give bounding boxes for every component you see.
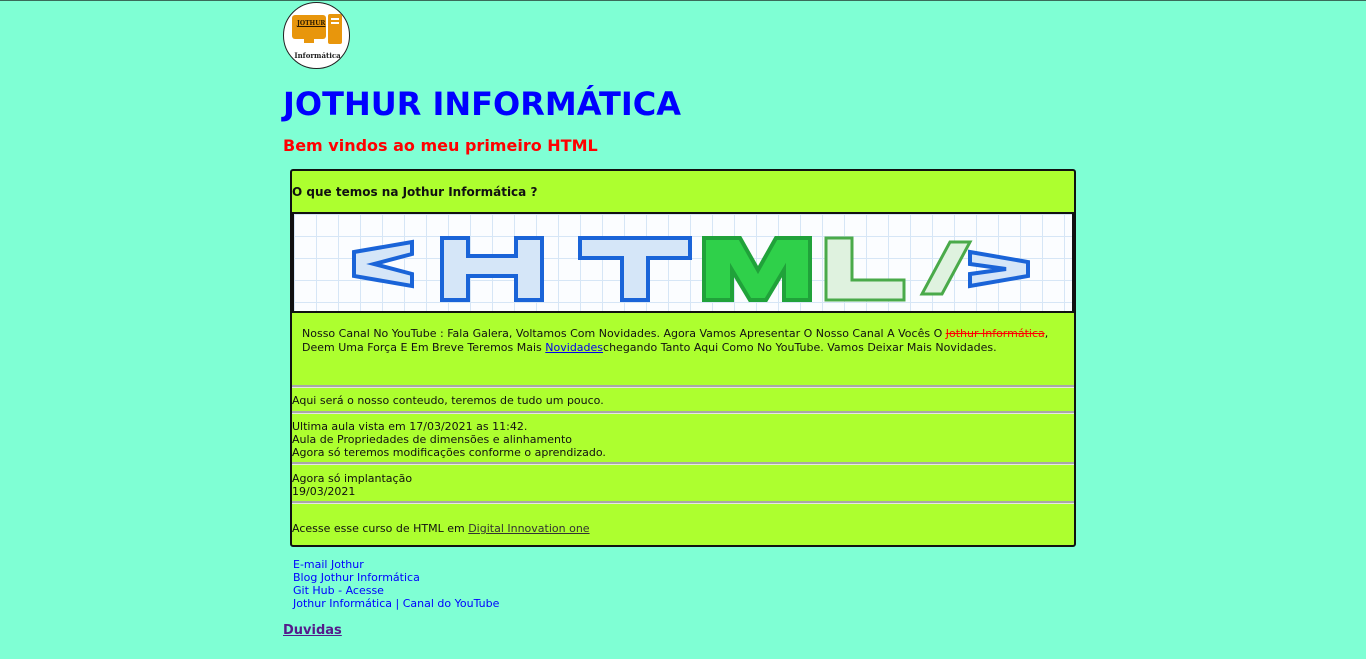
struck-channel-name: Jothur Informática (945, 327, 1045, 340)
youtube-paragraph: Nosso Canal No YouTube : Fala Galera, Vo… (302, 327, 1049, 354)
page-subtitle: Bem vindos ao meu primeiro HTML (283, 136, 598, 155)
row-divider (292, 385, 1074, 388)
implant-info: Agora só implantação 19/03/2021 (292, 472, 413, 498)
youtube-channel-link[interactable]: Jothur Informática | Canal do YouTube (293, 597, 499, 610)
logo-caption: Informática (294, 51, 341, 60)
digital-innovation-link[interactable]: Digital Innovation one (468, 522, 589, 535)
email-link[interactable]: E-mail Jothur (293, 558, 499, 571)
computer-tower-icon (328, 14, 342, 44)
course-info: Acesse esse curso de HTML em Digital Inn… (292, 522, 590, 535)
content-table: O que temos na Jothur Informática ? Noss… (290, 169, 1076, 547)
page-title: JOTHUR INFORMÁTICA (283, 85, 681, 123)
computer-monitor-icon: JOTHUR (292, 15, 326, 39)
github-link[interactable]: Git Hub - Acesse (293, 584, 499, 597)
logo: JOTHUR Informática (283, 2, 350, 69)
content-description: Aqui será o nosso conteudo, teremos de t… (292, 394, 604, 407)
row-divider (292, 462, 1074, 465)
blog-link[interactable]: Blog Jothur Informática (293, 571, 499, 584)
html-banner-graphic (352, 236, 1030, 302)
novidades-link[interactable]: Novidades (545, 341, 603, 354)
footer-links: E-mail Jothur Blog Jothur Informática Gi… (293, 558, 499, 610)
last-class-info: Ultima aula vista em 17/03/2021 as 11:42… (292, 420, 606, 459)
html-banner-image (292, 212, 1074, 313)
row-divider (292, 411, 1074, 414)
duvidas-link[interactable]: Duvidas (283, 623, 342, 638)
row-divider (292, 501, 1074, 504)
logo-brand-text: JOTHUR (297, 20, 326, 27)
panel-question: O que temos na Jothur Informática ? (292, 185, 538, 199)
